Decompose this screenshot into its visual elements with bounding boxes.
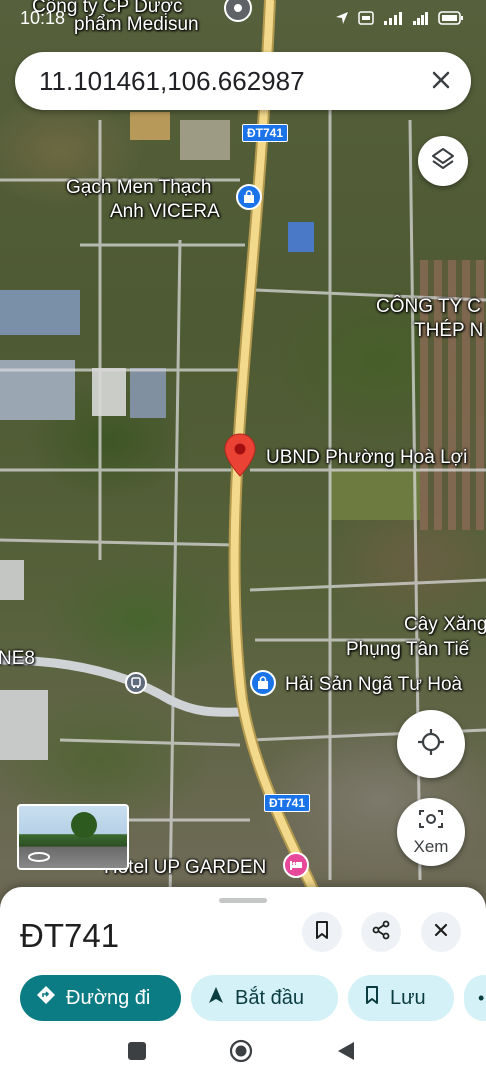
place-label[interactable]: Cây Xăng — [404, 614, 486, 636]
place-label[interactable]: Hải Sản Ngã Tư Hoà — [285, 674, 462, 696]
more-actions-button[interactable]: • — [464, 975, 486, 1021]
search-query[interactable]: 11.101461,106.662987 — [39, 66, 305, 97]
signal-4g-icon — [382, 10, 404, 31]
layers-button[interactable] — [418, 136, 468, 186]
place-label[interactable]: Anh VICERA — [110, 201, 220, 223]
share-button[interactable] — [361, 912, 401, 952]
share-icon — [371, 920, 391, 945]
camera-scan-icon — [418, 808, 444, 835]
bus-stop-icon[interactable] — [125, 672, 147, 694]
save-button[interactable]: Lưu — [348, 975, 454, 1021]
street-view-label: Xem — [413, 836, 449, 856]
volte-icon — [358, 10, 374, 31]
save-label: Lưu — [390, 986, 426, 1009]
shopping-bag-icon[interactable] — [236, 184, 262, 210]
place-label[interactable]: Gạch Men Thạch — [66, 177, 211, 199]
bookmark-icon — [364, 985, 380, 1011]
place-label[interactable]: Phụng Tân Tiế — [346, 639, 469, 661]
navigation-arrow-icon — [207, 985, 225, 1011]
directions-button[interactable]: Đường đi — [20, 975, 181, 1021]
hotel-bed-icon[interactable] — [283, 852, 309, 878]
status-bar: 10:18 — [0, 0, 486, 40]
more-icon: • — [478, 987, 485, 1008]
recents-button[interactable] — [128, 1042, 146, 1060]
place-label[interactable]: THÉP N — [414, 320, 483, 342]
status-time: 10:18 — [20, 8, 66, 28]
battery-icon — [438, 10, 464, 31]
system-nav-bar — [0, 1022, 486, 1080]
my-location-button[interactable] — [397, 710, 465, 778]
bookmark-button[interactable] — [302, 912, 342, 952]
place-title: ĐT741 — [20, 917, 120, 954]
tree-shape — [71, 812, 97, 838]
search-bar[interactable]: 11.101461,106.662987 — [15, 52, 471, 110]
directions-label: Đường đi — [66, 986, 151, 1009]
start-label: Bắt đầu — [235, 986, 304, 1009]
road-label: NE8 — [0, 648, 35, 669]
rotate-360-icon — [27, 850, 51, 868]
crosshair-icon — [416, 727, 446, 762]
directions-icon — [36, 985, 56, 1011]
drag-handle[interactable] — [219, 898, 267, 903]
place-label[interactable]: CÔNG TY C — [376, 296, 481, 318]
road-shield: ĐT741 — [264, 794, 311, 812]
start-button[interactable]: Bắt đầu — [191, 975, 338, 1021]
street-view-button[interactable]: Xem — [397, 798, 465, 866]
close-sheet-button[interactable] — [421, 912, 461, 952]
signal-icon — [412, 10, 430, 31]
bookmark-icon — [313, 920, 331, 945]
close-icon — [433, 922, 449, 943]
back-button[interactable] — [336, 1040, 356, 1062]
location-pin-icon[interactable] — [222, 432, 258, 478]
road-shield: ĐT741 — [242, 124, 289, 142]
street-view-thumbnail[interactable] — [17, 804, 129, 870]
shopping-bag-icon[interactable] — [250, 670, 276, 696]
close-icon[interactable] — [425, 64, 457, 96]
place-label[interactable]: UBND Phường Hoà Lợi — [266, 447, 467, 469]
home-button[interactable] — [229, 1039, 253, 1063]
layers-icon — [430, 146, 456, 177]
navigation-arrow-icon — [334, 10, 350, 31]
